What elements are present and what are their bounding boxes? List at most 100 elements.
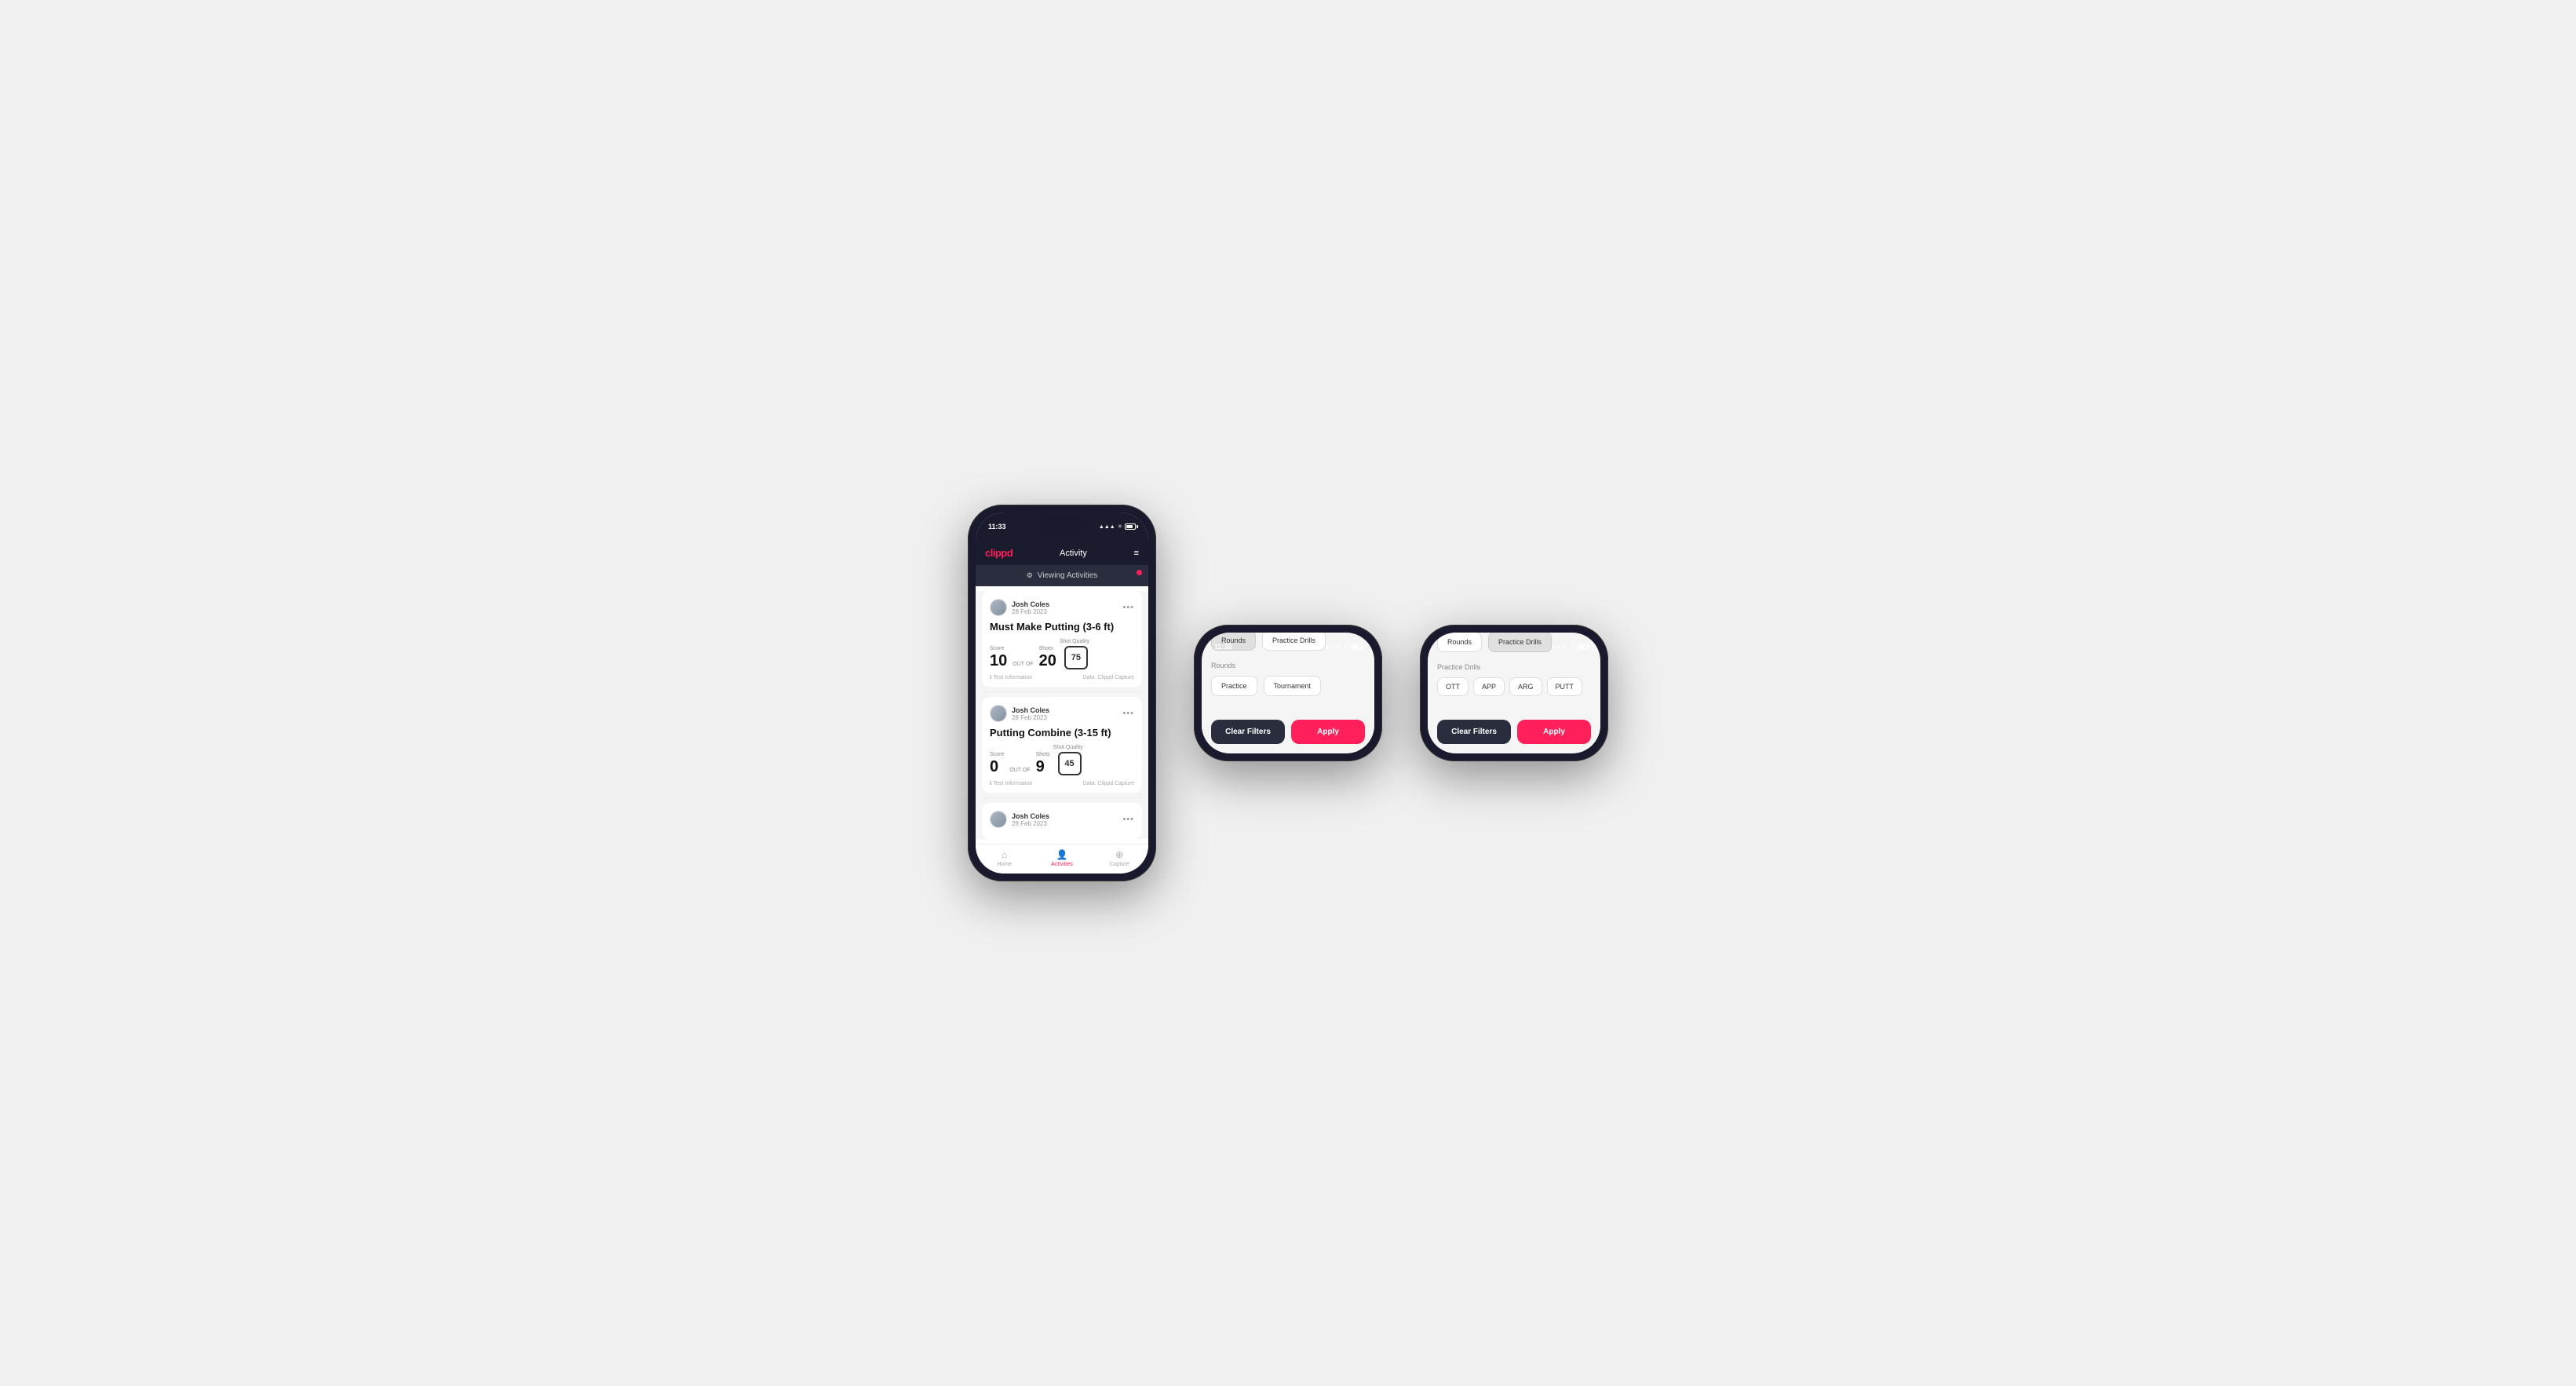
nav-activities-1[interactable]: 👤 Activities	[1033, 849, 1090, 867]
card-header-1: Josh Coles 28 Feb 2023 •••	[990, 599, 1134, 616]
capture-label-1: Capture	[1110, 862, 1129, 867]
status-time-3: 11:33	[1440, 643, 1458, 651]
drill-filter-buttons-3: OTT APP ARG PUTT	[1437, 677, 1591, 696]
filter-sheet-2: Filter ✕ Show Rounds Practice Drills Rou…	[1202, 633, 1374, 753]
signal-icon-2: ▲▲▲	[1325, 644, 1341, 650]
battery-icon-1	[1125, 523, 1136, 530]
card-user-2: Josh Coles 28 Feb 2023	[990, 705, 1049, 722]
card-header-3: Josh Coles 28 Feb 2023 •••	[990, 811, 1134, 828]
more-dots-2[interactable]: •••	[1122, 709, 1134, 718]
footer-left-1: ℹ Test Information	[990, 674, 1032, 680]
capture-icon-1: ⊕	[1115, 849, 1123, 860]
footer-right-1: Data: Clippd Capture	[1083, 675, 1134, 680]
nav-capture-1[interactable]: ⊕ Capture	[1091, 849, 1148, 867]
practice-btn-2[interactable]: Practice	[1211, 676, 1257, 696]
activity-list-1: Josh Coles 28 Feb 2023 ••• Must Make Put…	[976, 591, 1148, 839]
clear-filters-btn-3[interactable]: Clear Filters	[1437, 720, 1511, 744]
user-name-1: Josh Coles	[1012, 600, 1049, 608]
user-name-2: Josh Coles	[1012, 706, 1049, 714]
status-time-1: 11:33	[988, 523, 1006, 531]
card-title-1: Must Make Putting (3-6 ft)	[990, 621, 1134, 633]
score-label-1: Score	[990, 646, 1007, 651]
notch-1	[1038, 516, 1085, 533]
sq-badge-2: 45	[1058, 752, 1082, 775]
header-title-1: Activity	[1060, 549, 1087, 558]
card-header-2: Josh Coles 28 Feb 2023 •••	[990, 705, 1134, 722]
filter-overlay-3: Filter ✕ Show Rounds Practice Drills Pra…	[1428, 633, 1600, 753]
status-icons-2: ▲▲▲ ⚛	[1325, 644, 1362, 650]
phone-3: 11:33 ▲▲▲ ⚛ clippd Activity ≡ ⚙	[1420, 625, 1608, 761]
stats-row-1: Score 10 OUT OF Shots 20 Shot Quality 75	[990, 639, 1134, 669]
putt-btn-3[interactable]: PUTT	[1547, 677, 1583, 696]
rounds-filter-buttons-2: Practice Tournament	[1211, 676, 1365, 696]
score-value-1: 10	[990, 652, 1007, 669]
red-dot-1	[1137, 570, 1142, 575]
activity-card-3[interactable]: Josh Coles 28 Feb 2023 •••	[982, 803, 1142, 839]
nav-home-1[interactable]: ⌂ Home	[976, 849, 1033, 867]
ott-btn-3[interactable]: OTT	[1437, 677, 1469, 696]
stats-row-2: Score 0 OUT OF Shots 9 Shot Quality 45	[990, 745, 1134, 775]
phone-2: 11:33 ▲▲▲ ⚛ clippd Activity ≡ ⚙	[1194, 625, 1382, 761]
rounds-section-label-2: Rounds	[1211, 662, 1365, 669]
score-label-2: Score	[990, 752, 1004, 757]
scene: 11:33 ▲▲▲ ⚛ clippd Activity ≡ ⚙ Vi	[921, 458, 1655, 928]
arg-btn-3[interactable]: ARG	[1509, 677, 1542, 696]
battery-icon-3	[1577, 644, 1588, 650]
shots-value-1: 20	[1039, 652, 1056, 669]
sq-label-2: Shot Quality	[1053, 745, 1083, 750]
filter-icon-1: ⚙	[1027, 571, 1033, 580]
shots-value-2: 9	[1036, 758, 1045, 775]
footer-right-2: Data: Clippd Capture	[1083, 781, 1134, 786]
score-value-2: 0	[990, 758, 998, 775]
app-header-1: clippd Activity ≡	[976, 541, 1148, 565]
avatar-1	[990, 599, 1007, 616]
more-dots-1[interactable]: •••	[1122, 603, 1134, 612]
user-date-2: 28 Feb 2023	[1012, 714, 1049, 721]
user-date-3: 28 Feb 2023	[1012, 820, 1049, 827]
wifi-icon-3: ⚛	[1570, 644, 1574, 650]
phone-1: 11:33 ▲▲▲ ⚛ clippd Activity ≡ ⚙ Vi	[968, 505, 1156, 881]
card-footer-1: ℹ Test Information Data: Clippd Capture	[990, 674, 1134, 680]
viewing-bar-1[interactable]: ⚙ Viewing Activities	[976, 565, 1148, 586]
activity-card-1[interactable]: Josh Coles 28 Feb 2023 ••• Must Make Put…	[982, 591, 1142, 687]
menu-icon-1[interactable]: ≡	[1134, 549, 1139, 558]
sq-label-1: Shot Quality	[1060, 639, 1089, 644]
card-user-1: Josh Coles 28 Feb 2023	[990, 599, 1049, 616]
home-label-1: Home	[997, 862, 1012, 867]
practice-drills-tab-2[interactable]: Practice Drills	[1262, 633, 1326, 651]
status-icons-1: ▲▲▲ ⚛	[1099, 523, 1136, 530]
shots-label-1: Shots	[1039, 646, 1056, 651]
filter-overlay-2: Filter ✕ Show Rounds Practice Drills Rou…	[1202, 633, 1374, 753]
footer-left-2: ℹ Test Information	[990, 780, 1032, 786]
tournament-btn-2[interactable]: Tournament	[1264, 676, 1322, 696]
apply-btn-3[interactable]: Apply	[1517, 720, 1591, 744]
wifi-icon-1: ⚛	[1118, 523, 1122, 530]
activity-card-2[interactable]: Josh Coles 28 Feb 2023 ••• Putting Combi…	[982, 697, 1142, 793]
avatar-3	[990, 811, 1007, 828]
home-icon-1: ⌂	[1002, 849, 1007, 860]
logo-1: clippd	[985, 547, 1013, 559]
practice-drills-tab-3[interactable]: Practice Drills	[1488, 633, 1552, 652]
clear-filters-btn-2[interactable]: Clear Filters	[1211, 720, 1285, 744]
more-dots-3[interactable]: •••	[1122, 815, 1134, 824]
viewing-bar-text-1: Viewing Activities	[1038, 571, 1098, 580]
bottom-nav-1: ⌂ Home 👤 Activities ⊕ Capture	[976, 844, 1148, 874]
sq-badge-1: 75	[1064, 646, 1088, 669]
signal-icon-1: ▲▲▲	[1099, 524, 1115, 530]
user-date-1: 28 Feb 2023	[1012, 608, 1049, 615]
shots-label-2: Shots	[1036, 752, 1050, 757]
battery-icon-2	[1351, 644, 1362, 650]
status-time-2: 11:33	[1214, 643, 1232, 651]
signal-icon-3: ▲▲▲	[1551, 644, 1567, 650]
filter-sheet-3: Filter ✕ Show Rounds Practice Drills Pra…	[1428, 633, 1600, 753]
divider-1	[982, 691, 1142, 692]
apply-btn-2[interactable]: Apply	[1291, 720, 1365, 744]
activities-icon-1: 👤	[1056, 849, 1068, 860]
app-btn-3[interactable]: APP	[1473, 677, 1505, 696]
avatar-2	[990, 705, 1007, 722]
card-user-3: Josh Coles 28 Feb 2023	[990, 811, 1049, 828]
practice-drills-section-label-3: Practice Drills	[1437, 663, 1591, 671]
activities-label-1: Activities	[1051, 862, 1073, 867]
card-title-2: Putting Combine (3-15 ft)	[990, 727, 1134, 739]
out-of-1: OUT OF	[1013, 662, 1033, 667]
